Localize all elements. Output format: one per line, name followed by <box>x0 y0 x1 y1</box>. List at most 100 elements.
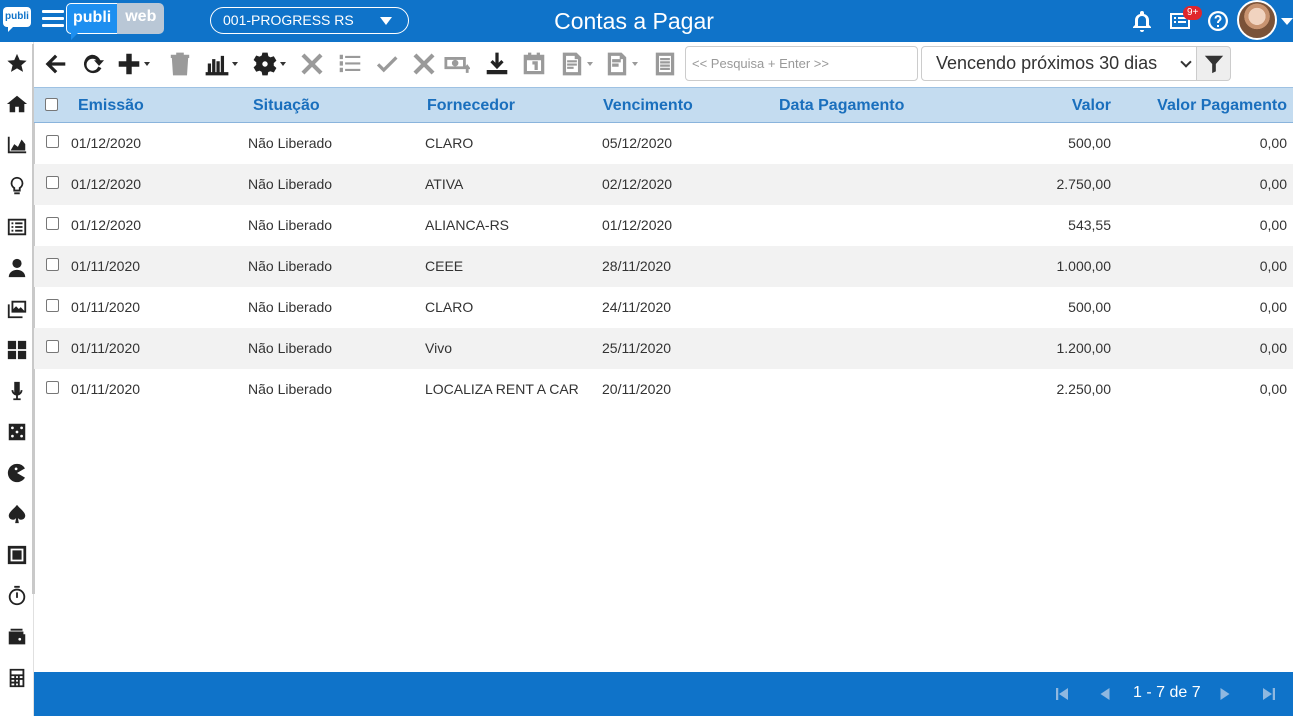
cell-valor: 500,00 <box>1068 135 1111 151</box>
cell-emissao: 01/11/2020 <box>71 381 141 397</box>
star-icon[interactable] <box>0 42 34 83</box>
cell-valor-pagamento: 0,00 <box>1259 299 1287 315</box>
list-icon[interactable] <box>0 206 34 247</box>
row-checkbox[interactable] <box>46 258 59 271</box>
table-row[interactable]: 01/11/2020 Não Liberado CEEE 28/11/2020 … <box>34 246 1293 287</box>
cancel-x-icon[interactable] <box>299 50 325 78</box>
filter-button[interactable] <box>1197 46 1231 81</box>
trash-icon[interactable] <box>167 50 193 78</box>
remove-x-icon[interactable] <box>411 50 437 78</box>
money-upload-icon[interactable] <box>444 50 470 78</box>
bell-icon[interactable] <box>1130 9 1154 33</box>
wallet-icon[interactable] <box>0 616 34 657</box>
table-header: Emissão Situação Fornecedor Vencimento D… <box>34 87 1293 123</box>
ordered-list-icon[interactable] <box>337 50 363 78</box>
sidebar-logo[interactable]: publi <box>0 0 34 42</box>
row-checkbox[interactable] <box>46 217 59 230</box>
table-body: 01/12/2020 Não Liberado CLARO 05/12/2020… <box>34 123 1293 410</box>
cell-fornecedor: CLARO <box>425 135 474 151</box>
search-input[interactable] <box>685 46 918 81</box>
cell-emissao: 01/11/2020 <box>71 299 141 315</box>
refresh-icon[interactable] <box>79 50 105 78</box>
column-header-valor[interactable]: Valor <box>974 88 1111 123</box>
table-row[interactable]: 01/12/2020 Não Liberado CLARO 05/12/2020… <box>34 123 1293 164</box>
cell-valor-pagamento: 0,00 <box>1259 176 1287 192</box>
hamburger-menu-icon[interactable] <box>42 10 64 30</box>
column-header-data-pagamento[interactable]: Data Pagamento <box>779 88 904 123</box>
cell-emissao: 01/12/2020 <box>71 176 142 192</box>
table-row[interactable]: 01/11/2020 Não Liberado CLARO 24/11/2020… <box>34 287 1293 328</box>
bar-chart-icon[interactable] <box>204 50 238 78</box>
check-icon[interactable] <box>374 50 400 78</box>
table-row[interactable]: 01/12/2020 Não Liberado ATIVA 02/12/2020… <box>34 164 1293 205</box>
document-export-icon[interactable] <box>604 50 638 78</box>
cell-emissao: 01/11/2020 <box>71 340 141 356</box>
report-icon[interactable] <box>559 50 593 78</box>
row-checkbox[interactable] <box>46 299 59 312</box>
cell-valor: 500,00 <box>1068 299 1111 315</box>
column-header-situacao[interactable]: Situação <box>253 88 320 123</box>
cell-valor: 2.250,00 <box>1056 381 1112 397</box>
square-icon[interactable] <box>0 534 34 575</box>
next-page-icon[interactable] <box>1216 685 1234 703</box>
gear-icon[interactable] <box>252 50 286 78</box>
back-arrow-icon[interactable] <box>42 50 68 78</box>
previous-page-icon[interactable] <box>1096 685 1114 703</box>
company-select[interactable]: 001-PROGRESS RS <box>210 7 409 34</box>
add-icon[interactable] <box>116 50 150 78</box>
images-icon[interactable] <box>0 288 34 329</box>
last-page-icon[interactable] <box>1260 685 1278 703</box>
row-checkbox[interactable] <box>46 176 59 189</box>
avatar-caret-down-icon[interactable] <box>1281 18 1293 25</box>
cell-fornecedor: ATIVA <box>425 176 464 192</box>
user-avatar[interactable] <box>1237 0 1277 40</box>
cell-valor-pagamento: 0,00 <box>1259 217 1287 233</box>
calendar-icon[interactable] <box>521 50 547 78</box>
app-root: publi publi web 001-PROGRESS RS Contas a… <box>0 0 1293 716</box>
cell-valor: 1.200,00 <box>1056 340 1112 356</box>
spade-icon[interactable] <box>0 493 34 534</box>
pagination-bar: 1 - 7 de 7 <box>34 672 1293 716</box>
user-tie-icon[interactable] <box>0 247 34 288</box>
cell-situacao: Não Liberado <box>248 176 333 192</box>
table-row[interactable]: 01/11/2020 Não Liberado Vivo 25/11/2020 … <box>34 328 1293 369</box>
cell-fornecedor: LOCALIZA RENT A CAR <box>425 381 579 397</box>
cell-vencimento: 28/11/2020 <box>602 258 672 274</box>
cell-situacao: Não Liberado <box>248 217 333 233</box>
home-icon[interactable] <box>0 83 34 124</box>
brand-left: publi <box>66 3 118 40</box>
area-chart-icon[interactable] <box>0 124 34 165</box>
cell-valor: 1.000,00 <box>1056 258 1112 274</box>
filter-icon <box>1204 55 1223 73</box>
calculator-icon[interactable] <box>0 657 34 698</box>
brand-right: web <box>117 3 165 34</box>
cell-emissao: 01/12/2020 <box>71 217 142 233</box>
brand-logo[interactable]: publi web <box>66 3 165 40</box>
dice-icon[interactable] <box>0 411 34 452</box>
cell-valor: 543,55 <box>1068 217 1111 233</box>
pacman-icon[interactable] <box>0 452 34 493</box>
lightbulb-icon[interactable] <box>0 165 34 206</box>
column-header-emissao[interactable]: Emissão <box>78 88 144 123</box>
microphone-icon[interactable] <box>0 370 34 411</box>
table-row[interactable]: 01/11/2020 Não Liberado LOCALIZA RENT A … <box>34 369 1293 410</box>
cell-situacao: Não Liberado <box>248 299 333 315</box>
first-page-icon[interactable] <box>1053 685 1071 703</box>
select-all-checkbox[interactable] <box>45 98 58 111</box>
column-header-vencimento[interactable]: Vencimento <box>603 88 693 123</box>
row-checkbox[interactable] <box>46 135 59 148</box>
row-checkbox[interactable] <box>46 340 59 353</box>
row-checkbox[interactable] <box>46 381 59 394</box>
table-row[interactable]: 01/12/2020 Não Liberado ALIANCA-RS 01/12… <box>34 205 1293 246</box>
cell-valor-pagamento: 0,00 <box>1259 135 1287 151</box>
cell-fornecedor: CLARO <box>425 299 474 315</box>
cell-situacao: Não Liberado <box>248 135 333 151</box>
cmyk-icon[interactable] <box>0 329 34 370</box>
help-icon[interactable] <box>1206 9 1230 33</box>
column-header-valor-pagamento[interactable]: Valor Pagamento <box>1134 88 1287 123</box>
notes-icon[interactable] <box>652 50 678 78</box>
period-select[interactable]: Vencendo próximos 30 dias <box>921 46 1197 81</box>
download-icon[interactable] <box>484 50 510 78</box>
stopwatch-icon[interactable] <box>0 575 34 616</box>
column-header-fornecedor[interactable]: Fornecedor <box>427 88 515 123</box>
